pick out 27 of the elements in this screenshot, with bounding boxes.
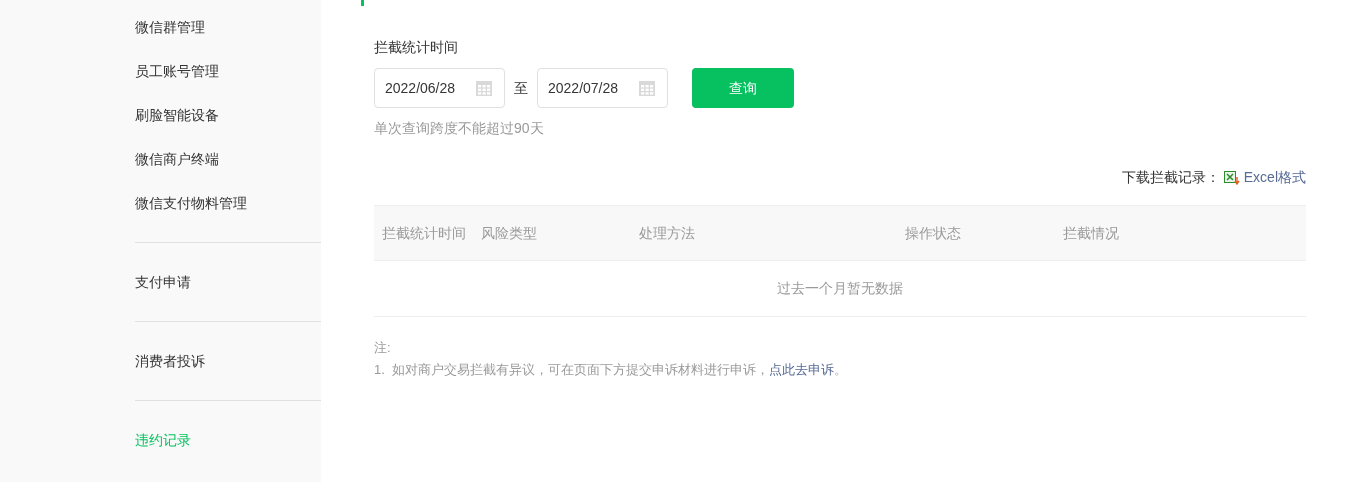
hint-text: 单次查询跨度不能超过90天 bbox=[374, 119, 545, 137]
date-field[interactable]: 2022/07/28 bbox=[537, 68, 668, 108]
sidebar-item[interactable]: 微信商户终端 bbox=[135, 148, 219, 170]
appeal-link[interactable]: 点此去申诉 bbox=[769, 362, 835, 377]
column-header: 拦截统计时间 bbox=[382, 223, 467, 243]
filter-label: 拦截统计时间 bbox=[374, 38, 459, 56]
empty-message: 过去一个月暂无数据 bbox=[777, 279, 903, 298]
column-header: 拦截情况 bbox=[1063, 223, 1120, 243]
download-label: 下载拦截记录： bbox=[1121, 168, 1220, 187]
date-separator: 至 bbox=[514, 78, 528, 98]
sidebar-item[interactable]: 员工账号管理 bbox=[135, 60, 219, 82]
column-header: 风险类型 bbox=[481, 223, 538, 243]
column-header: 处理方法 bbox=[639, 223, 696, 243]
notes-title: 注: bbox=[374, 339, 391, 357]
calendar-icon bbox=[475, 79, 493, 97]
sidebar-item[interactable]: 微信群管理 bbox=[135, 16, 205, 38]
date-field[interactable]: 2022/06/28 bbox=[374, 68, 505, 108]
sidebar-item[interactable]: 微信支付物料管理 bbox=[135, 192, 247, 214]
spreadsheet-icon bbox=[1223, 170, 1240, 185]
calendar-icon bbox=[638, 79, 656, 97]
column-header: 操作状态 bbox=[905, 223, 962, 243]
sidebar-item[interactable]: 支付申请 bbox=[135, 271, 191, 293]
sidebar-item[interactable]: 刷脸智能设备 bbox=[135, 104, 219, 126]
note-text: 1. 如对商户交易拦截有异议，可在页面下方提交申诉材料进行申诉，点此去申诉。 bbox=[374, 361, 848, 379]
excel-link[interactable]: Excel格式 bbox=[1243, 167, 1306, 188]
section-marker bbox=[361, 0, 364, 6]
sidebar-item[interactable]: 消费者投诉 bbox=[135, 350, 205, 372]
